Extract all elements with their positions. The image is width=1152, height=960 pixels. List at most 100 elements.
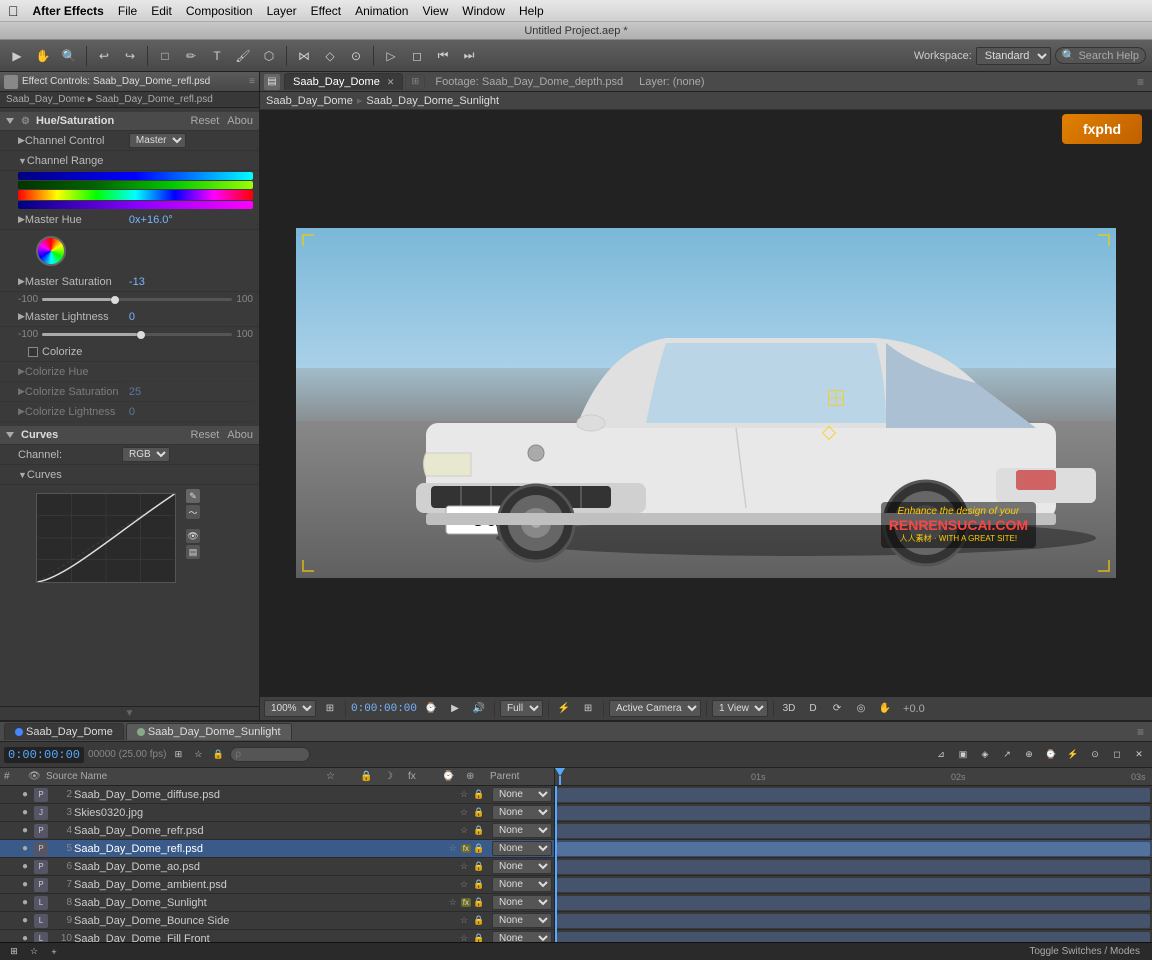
colorize-hue-expand[interactable]: ▶ [18,366,25,377]
row4-eye[interactable]: ● [18,824,32,838]
row10-lock[interactable]: 🔒 [472,933,486,942]
curves-smooth-btn[interactable]: 〜 [186,505,200,519]
undo-btn[interactable]: ↩ [93,45,115,67]
preview-btn[interactable]: ▶ [445,700,465,718]
comp-tab-main-close[interactable]: ✕ [387,77,395,88]
row5-solo[interactable]: ☆ [446,843,460,854]
timeline-ruler[interactable]: 01s 02s 03s [555,768,1152,786]
play-btn[interactable]: ▷ [380,45,402,67]
audio-btn[interactable]: 🔊 [469,700,489,718]
master-sat-expand[interactable]: ▶ [18,276,25,287]
draft-btn[interactable]: D [803,700,823,718]
panel-menu-right[interactable]: ≡ [1133,75,1148,89]
timeline-menu-btn[interactable]: ≡ [1133,725,1148,739]
apple-menu[interactable]:  [8,3,19,19]
hue-wheel[interactable] [36,236,66,266]
curves-canvas[interactable] [36,493,176,583]
shape-tool[interactable]: ◇ [319,45,341,67]
stamp-tool[interactable]: ⬡ [258,45,280,67]
master-lightness-value[interactable]: 0 [129,311,135,323]
master-hue-value[interactable]: 0x+16.0° [129,214,173,226]
tl-btn3[interactable]: ◈ [976,746,994,764]
colorize-light-expand[interactable]: ▶ [18,406,25,417]
row4-name[interactable]: Saab_Day_Dome_refr.psd [74,825,453,837]
row10-eye[interactable]: ● [18,932,32,943]
row9-solo[interactable]: ☆ [457,915,471,926]
row2-solo[interactable]: ☆ [457,789,471,800]
stop-btn[interactable]: ◻ [406,45,428,67]
grid-btn[interactable]: ⊞ [578,700,598,718]
composition-menu[interactable]: Composition [186,4,253,18]
row2-lock[interactable]: 🔒 [472,789,486,800]
tl-btn2[interactable]: ▣ [954,746,972,764]
search-help[interactable]: 🔍 Search Help [1055,47,1146,64]
curves-header[interactable]: Curves Reset Abou [0,426,259,445]
fast-preview-btn[interactable]: ⚡ [554,700,574,718]
next-btn[interactable]: ⏭ [458,45,480,67]
row10-name[interactable]: Saab_Day_Dome_Fill Front [74,933,453,943]
puppet-tool[interactable]: ⋈ [293,45,315,67]
row2-parent[interactable]: None [492,787,552,802]
row6-eye[interactable]: ● [18,860,32,874]
panel-menu-btn[interactable]: ≡ [249,76,255,87]
timeline-timecode[interactable]: 0:00:00:00 [4,747,84,763]
row10-parent[interactable]: None [492,931,552,942]
row7-solo[interactable]: ☆ [457,879,471,890]
tl-btn5[interactable]: ⊕ [1020,746,1038,764]
view-menu[interactable]: View [422,4,448,18]
colorize-checkbox[interactable] [28,347,38,357]
row7-parent[interactable]: None [492,877,552,892]
prev-btn[interactable]: ⏮ [432,45,454,67]
selection-tool[interactable]: ▶ [6,45,28,67]
row8-parent[interactable]: None [492,895,552,910]
tl-lock-btn[interactable]: 🔒 [210,747,226,763]
hue-sat-reset[interactable]: Reset [191,115,220,127]
app-name-menu[interactable]: After Effects [33,4,104,18]
row6-name[interactable]: Saab_Day_Dome_ao.psd [74,861,453,873]
master-saturation-value[interactable]: -13 [129,276,145,288]
channel-expand[interactable]: ▶ [18,135,25,146]
row3-solo[interactable]: ☆ [457,807,471,818]
animation-menu[interactable]: Animation [355,4,408,18]
bottom-btn2[interactable]: ☆ [26,945,42,959]
quality-select[interactable]: Full [500,700,543,717]
row8-name[interactable]: Saab_Day_Dome_Sunlight [74,897,442,909]
zoom-tool[interactable]: 🔍 [58,45,80,67]
timeline-tab-main[interactable]: Saab_Day_Dome [4,723,124,740]
master-light-expand[interactable]: ▶ [18,311,25,322]
tl-btn6[interactable]: ⌚ [1042,746,1060,764]
tl-btn1[interactable]: ⊿ [932,746,950,764]
curves-eye-btn[interactable]: 👁 [186,529,200,543]
quality-btn[interactable]: ⊞ [320,700,340,718]
orbit-btn[interactable]: ◎ [851,700,871,718]
curves-about[interactable]: Abou [227,429,253,441]
breadcrumb-sub[interactable]: Saab_Day_Dome_Sunlight [366,95,499,107]
row3-eye[interactable]: ● [18,806,32,820]
row6-solo[interactable]: ☆ [457,861,471,872]
row5-lock[interactable]: 🔒 [472,843,486,854]
file-menu[interactable]: File [118,4,137,18]
channel-range-expand[interactable]: ▼ [18,156,27,166]
row5-eye[interactable]: ● [18,842,32,856]
redo-btn[interactable]: ↪ [119,45,141,67]
tl-toggle-btn[interactable]: ⊞ [170,747,186,763]
curves-inner-expand[interactable]: ▼ [18,470,27,480]
row9-name[interactable]: Saab_Day_Dome_Bounce Side [74,915,453,927]
text-tool[interactable]: T [206,45,228,67]
tl-btn8[interactable]: ⊙ [1086,746,1104,764]
saturation-slider[interactable] [42,298,232,301]
window-menu[interactable]: Window [462,4,505,18]
colorize-lightness-value[interactable]: 0 [129,406,135,418]
row9-eye[interactable]: ● [18,914,32,928]
row7-lock[interactable]: 🔒 [472,879,486,890]
bottom-btn3[interactable]: + [46,945,62,959]
row2-eye[interactable]: ● [18,788,32,802]
toggle-label[interactable]: Toggle Switches / Modes [1023,946,1146,957]
curves-reset[interactable]: Reset [191,429,220,441]
timeline-search[interactable] [230,747,310,762]
footage-tab[interactable]: Footage: Saab_Day_Dome_depth.psd [427,74,631,90]
zoom-select[interactable]: 100% [264,700,316,717]
layer-tab[interactable]: Layer: (none) [631,74,712,90]
timecode-btn[interactable]: ⌚ [421,700,441,718]
timeline-tab-sunlight[interactable]: Saab_Day_Dome_Sunlight [126,723,292,740]
